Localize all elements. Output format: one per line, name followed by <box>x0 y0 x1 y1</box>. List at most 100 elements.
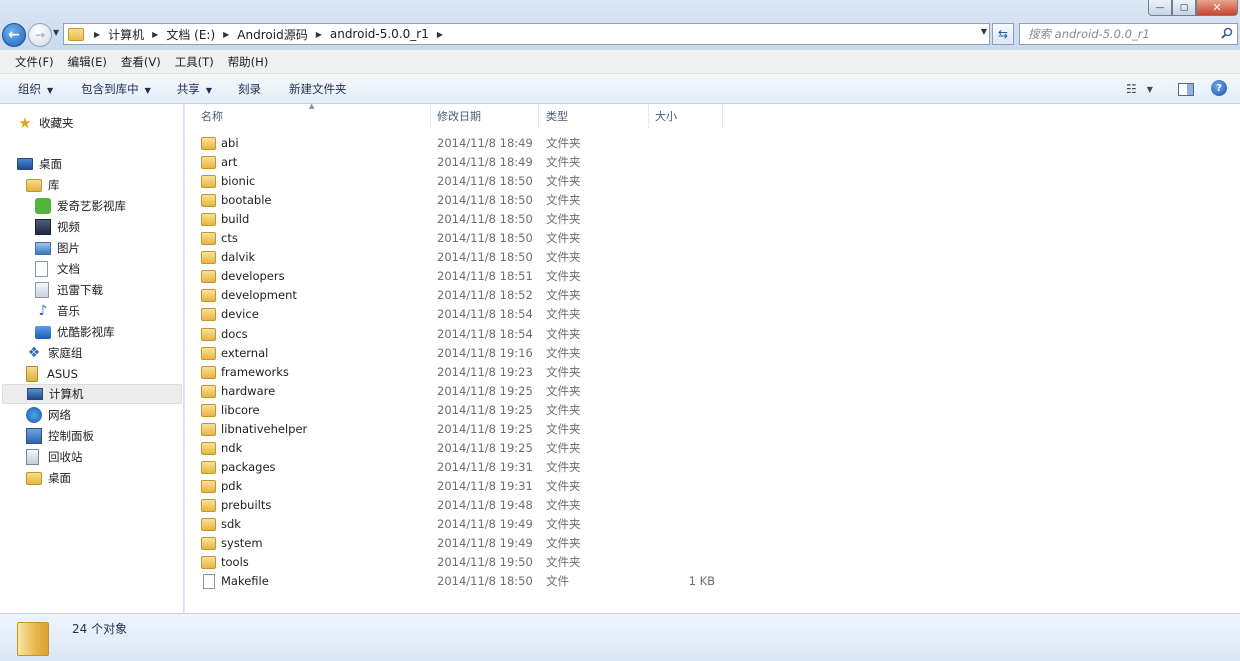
back-button[interactable]: ← <box>2 23 26 47</box>
file-name-cell[interactable]: libcore <box>201 401 260 420</box>
table-row[interactable]: prebuilts 2014/11/8 19:48 文件夹 <box>185 496 745 515</box>
menu-tools[interactable]: 工具(T) <box>168 54 221 70</box>
menu-view[interactable]: 查看(V) <box>114 54 168 70</box>
file-name-cell[interactable]: pdk <box>201 477 242 496</box>
file-name-cell[interactable]: art <box>201 153 237 172</box>
table-row[interactable]: external 2014/11/8 19:16 文件夹 <box>185 344 745 363</box>
file-name-cell[interactable]: device <box>201 305 259 324</box>
sidebar-item-desktop-folder[interactable]: 桌面 <box>26 468 71 488</box>
table-row[interactable]: pdk 2014/11/8 19:31 文件夹 <box>185 477 745 496</box>
table-row[interactable]: system 2014/11/8 19:49 文件夹 <box>185 534 745 553</box>
file-name-cell[interactable]: sdk <box>201 515 241 534</box>
close-button[interactable]: ✕ <box>1196 0 1238 16</box>
help-button[interactable]: ? <box>1211 80 1227 96</box>
table-row[interactable]: cts 2014/11/8 18:50 文件夹 <box>185 229 745 248</box>
table-row[interactable]: Makefile 2014/11/8 18:50 文件 1 KB <box>185 572 745 591</box>
column-header-type[interactable]: 类型 <box>539 104 649 128</box>
table-row[interactable]: frameworks 2014/11/8 19:23 文件夹 <box>185 363 745 382</box>
table-row[interactable]: packages 2014/11/8 19:31 文件夹 <box>185 458 745 477</box>
include-in-library-button[interactable]: 包含到库中 ▼ <box>71 81 161 97</box>
search-input[interactable]: 搜索 android-5.0.0_r1 <box>1019 23 1238 45</box>
sidebar-item-library[interactable]: 库 <box>26 175 60 195</box>
table-row[interactable]: ndk 2014/11/8 19:25 文件夹 <box>185 439 745 458</box>
file-name-cell[interactable]: abi <box>201 134 239 153</box>
sidebar-item-youku[interactable]: 优酷影视库 <box>35 322 115 342</box>
file-name-cell[interactable]: development <box>201 286 297 305</box>
refresh-button[interactable]: ⇆ <box>992 23 1014 45</box>
sidebar-item-recycle-bin[interactable]: 回收站 <box>26 447 83 467</box>
chevron-right-icon[interactable]: ▶ <box>437 30 443 39</box>
table-row[interactable]: developers 2014/11/8 18:51 文件夹 <box>185 267 745 286</box>
sidebar-item-thunder-downloads[interactable]: 迅雷下载 <box>35 280 103 300</box>
table-row[interactable]: tools 2014/11/8 19:50 文件夹 <box>185 553 745 572</box>
column-header-date[interactable]: 修改日期 <box>431 104 539 128</box>
search-icon[interactable] <box>1221 27 1233 39</box>
chevron-right-icon[interactable]: ▶ <box>223 30 229 39</box>
new-folder-button[interactable]: 新建文件夹 <box>279 81 357 97</box>
table-row[interactable]: docs 2014/11/8 18:54 文件夹 <box>185 325 745 344</box>
table-row[interactable]: sdk 2014/11/8 19:49 文件夹 <box>185 515 745 534</box>
breadcrumb-android-source[interactable]: Android源码 <box>237 26 307 43</box>
table-row[interactable]: development 2014/11/8 18:52 文件夹 <box>185 286 745 305</box>
organize-button[interactable]: 组织 ▼ <box>8 81 63 97</box>
breadcrumb-drive[interactable]: 文档 (E:) <box>166 26 215 43</box>
file-name-cell[interactable]: packages <box>201 458 276 477</box>
burn-button[interactable]: 刻录 <box>228 81 271 97</box>
file-name-cell[interactable]: tools <box>201 553 249 572</box>
chevron-down-icon[interactable]: ▼ <box>981 27 987 36</box>
column-header-size[interactable]: 大小 <box>649 104 723 128</box>
menu-file[interactable]: 文件(F) <box>8 54 61 70</box>
file-name-cell[interactable]: hardware <box>201 382 275 401</box>
sidebar-item-videos[interactable]: 视频 <box>35 217 80 237</box>
table-row[interactable]: hardware 2014/11/8 19:25 文件夹 <box>185 382 745 401</box>
sidebar-item-iqiyi[interactable]: 爱奇艺影视库 <box>35 196 126 216</box>
menu-help[interactable]: 帮助(H) <box>221 54 276 70</box>
table-row[interactable]: bionic 2014/11/8 18:50 文件夹 <box>185 172 745 191</box>
file-name-cell[interactable]: cts <box>201 229 238 248</box>
file-name-cell[interactable]: ndk <box>201 439 242 458</box>
sidebar-item-homegroup[interactable]: ❖ 家庭组 <box>26 343 83 363</box>
file-name-cell[interactable]: Makefile <box>201 572 269 591</box>
table-row[interactable]: bootable 2014/11/8 18:50 文件夹 <box>185 191 745 210</box>
table-row[interactable]: device 2014/11/8 18:54 文件夹 <box>185 305 745 324</box>
chevron-right-icon[interactable]: ▶ <box>152 30 158 39</box>
change-view-button[interactable]: ☷ ▼ <box>1126 80 1162 98</box>
file-name-cell[interactable]: libnativehelper <box>201 420 307 439</box>
table-row[interactable]: art 2014/11/8 18:49 文件夹 <box>185 153 745 172</box>
sidebar-item-desktop[interactable]: 桌面 <box>17 154 62 174</box>
sidebar-item-control-panel[interactable]: 控制面板 <box>26 426 94 446</box>
chevron-right-icon[interactable]: ▶ <box>316 30 322 39</box>
maximize-button[interactable]: ▢ <box>1172 0 1196 16</box>
column-header-name[interactable]: 名称 ▲ <box>185 102 431 128</box>
recent-pages-dropdown[interactable]: ▼ <box>53 28 59 37</box>
file-name-cell[interactable]: prebuilts <box>201 496 271 515</box>
sidebar-item-pictures[interactable]: 图片 <box>35 238 80 258</box>
file-name-cell[interactable]: bionic <box>201 172 255 191</box>
breadcrumb-computer[interactable]: 计算机 <box>108 26 144 43</box>
sidebar-item-computer[interactable]: 计算机 <box>2 384 182 404</box>
file-name-cell[interactable]: docs <box>201 325 248 344</box>
sidebar-item-music[interactable]: ♪ 音乐 <box>35 301 80 321</box>
sidebar-item-asus[interactable]: ASUS <box>26 364 78 384</box>
minimize-button[interactable]: — <box>1148 0 1172 16</box>
chevron-right-icon[interactable]: ▶ <box>94 30 100 39</box>
file-name-cell[interactable]: external <box>201 344 268 363</box>
address-bar[interactable]: ▶ 计算机 ▶ 文档 (E:) ▶ Android源码 ▶ android-5.… <box>63 23 990 45</box>
preview-pane-button[interactable] <box>1178 80 1196 98</box>
file-name-cell[interactable]: bootable <box>201 191 272 210</box>
sidebar-item-documents[interactable]: 文档 <box>35 259 80 279</box>
breadcrumb-current-folder[interactable]: android-5.0.0_r1 <box>330 27 429 41</box>
file-name-cell[interactable]: system <box>201 534 263 553</box>
table-row[interactable]: dalvik 2014/11/8 18:50 文件夹 <box>185 248 745 267</box>
file-name-cell[interactable]: build <box>201 210 249 229</box>
file-name-cell[interactable]: frameworks <box>201 363 289 382</box>
table-row[interactable]: libcore 2014/11/8 19:25 文件夹 <box>185 401 745 420</box>
file-name-cell[interactable]: dalvik <box>201 248 255 267</box>
table-row[interactable]: build 2014/11/8 18:50 文件夹 <box>185 210 745 229</box>
menu-edit[interactable]: 编辑(E) <box>61 54 114 70</box>
share-button[interactable]: 共享 ▼ <box>167 81 222 97</box>
sidebar-item-favorites[interactable]: ★ 收藏夹 <box>17 113 73 133</box>
table-row[interactable]: libnativehelper 2014/11/8 19:25 文件夹 <box>185 420 745 439</box>
forward-button[interactable]: → <box>28 23 52 47</box>
file-name-cell[interactable]: developers <box>201 267 285 286</box>
